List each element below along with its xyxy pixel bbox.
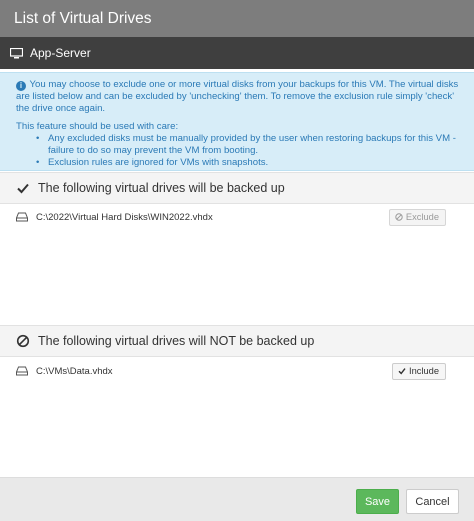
caution-bullet: Any excluded disks must be manually prov… [36, 133, 460, 157]
included-section-header: The following virtual drives will be bac… [0, 172, 474, 204]
exclude-button[interactable]: Exclude [388, 208, 446, 226]
included-section-title: The following virtual drives will be bac… [38, 181, 285, 195]
caution-bullet: Exclusion rules are ignored for VMs with… [36, 157, 460, 169]
ban-icon [16, 334, 30, 348]
drive-row: C:\2022\Virtual Hard Disks\WIN2022.vhdx … [0, 203, 474, 231]
include-button-label: Include [409, 366, 439, 376]
hard-drive-icon [16, 366, 28, 376]
hard-drive-icon [16, 212, 28, 222]
info-alert: i You may choose to exclude one or more … [0, 72, 474, 171]
check-icon [16, 181, 30, 195]
caution-heading: This feature should be used with care: [16, 120, 179, 132]
caution-list: Any excluded disks must be manually prov… [16, 133, 460, 170]
drive-row: C:\VMs\Data.vhdx Include [0, 357, 474, 385]
excluded-section-title: The following virtual drives will NOT be… [38, 334, 315, 348]
exclude-button-label: Exclude [405, 212, 439, 222]
dialog-title: List of Virtual Drives [0, 0, 474, 37]
cancel-button[interactable]: Cancel [406, 489, 459, 514]
server-bar: App-Server [0, 37, 474, 69]
monitor-icon [10, 47, 23, 59]
info-message: You may choose to exclude one or more vi… [16, 79, 459, 115]
drive-path: C:\VMs\Data.vhdx [36, 365, 113, 377]
save-button[interactable]: Save [356, 489, 399, 514]
check-icon [398, 367, 406, 375]
dialog-footer: Save Cancel [0, 477, 474, 521]
drive-path: C:\2022\Virtual Hard Disks\WIN2022.vhdx [36, 211, 213, 223]
info-message-line: i You may choose to exclude one or more … [16, 79, 460, 116]
include-button[interactable]: Include [392, 362, 446, 380]
server-name: App-Server [30, 46, 91, 60]
excluded-section-header: The following virtual drives will NOT be… [0, 325, 474, 357]
ban-icon [395, 213, 403, 221]
info-icon: i [16, 81, 26, 91]
